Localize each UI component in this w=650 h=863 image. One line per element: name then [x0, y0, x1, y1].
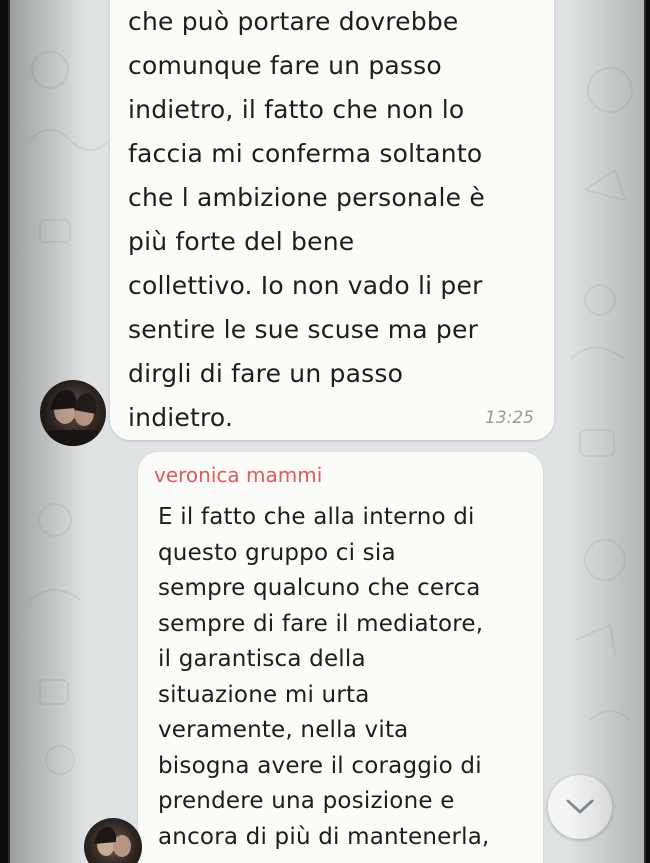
message-bubble-incoming[interactable]: che può portare dovrebbe comunque fare u… [110, 0, 554, 440]
chevron-down-icon [566, 799, 594, 814]
message-bubble-incoming[interactable]: veronica mammi E il fatto che alla inter… [138, 452, 543, 863]
chat-screen: che può portare dovrebbe comunque fare u… [8, 0, 646, 863]
avatar-photo [48, 389, 98, 446]
message-text: E il fatto che alla interno di questo gr… [158, 504, 490, 850]
message-text: che può portare dovrebbe comunque fare u… [128, 7, 485, 432]
user-avatar[interactable] [40, 380, 106, 446]
scroll-down-button[interactable] [548, 775, 612, 839]
sender-name[interactable]: veronica mammi [154, 463, 322, 487]
message-timestamp: 13:25 [485, 408, 534, 428]
